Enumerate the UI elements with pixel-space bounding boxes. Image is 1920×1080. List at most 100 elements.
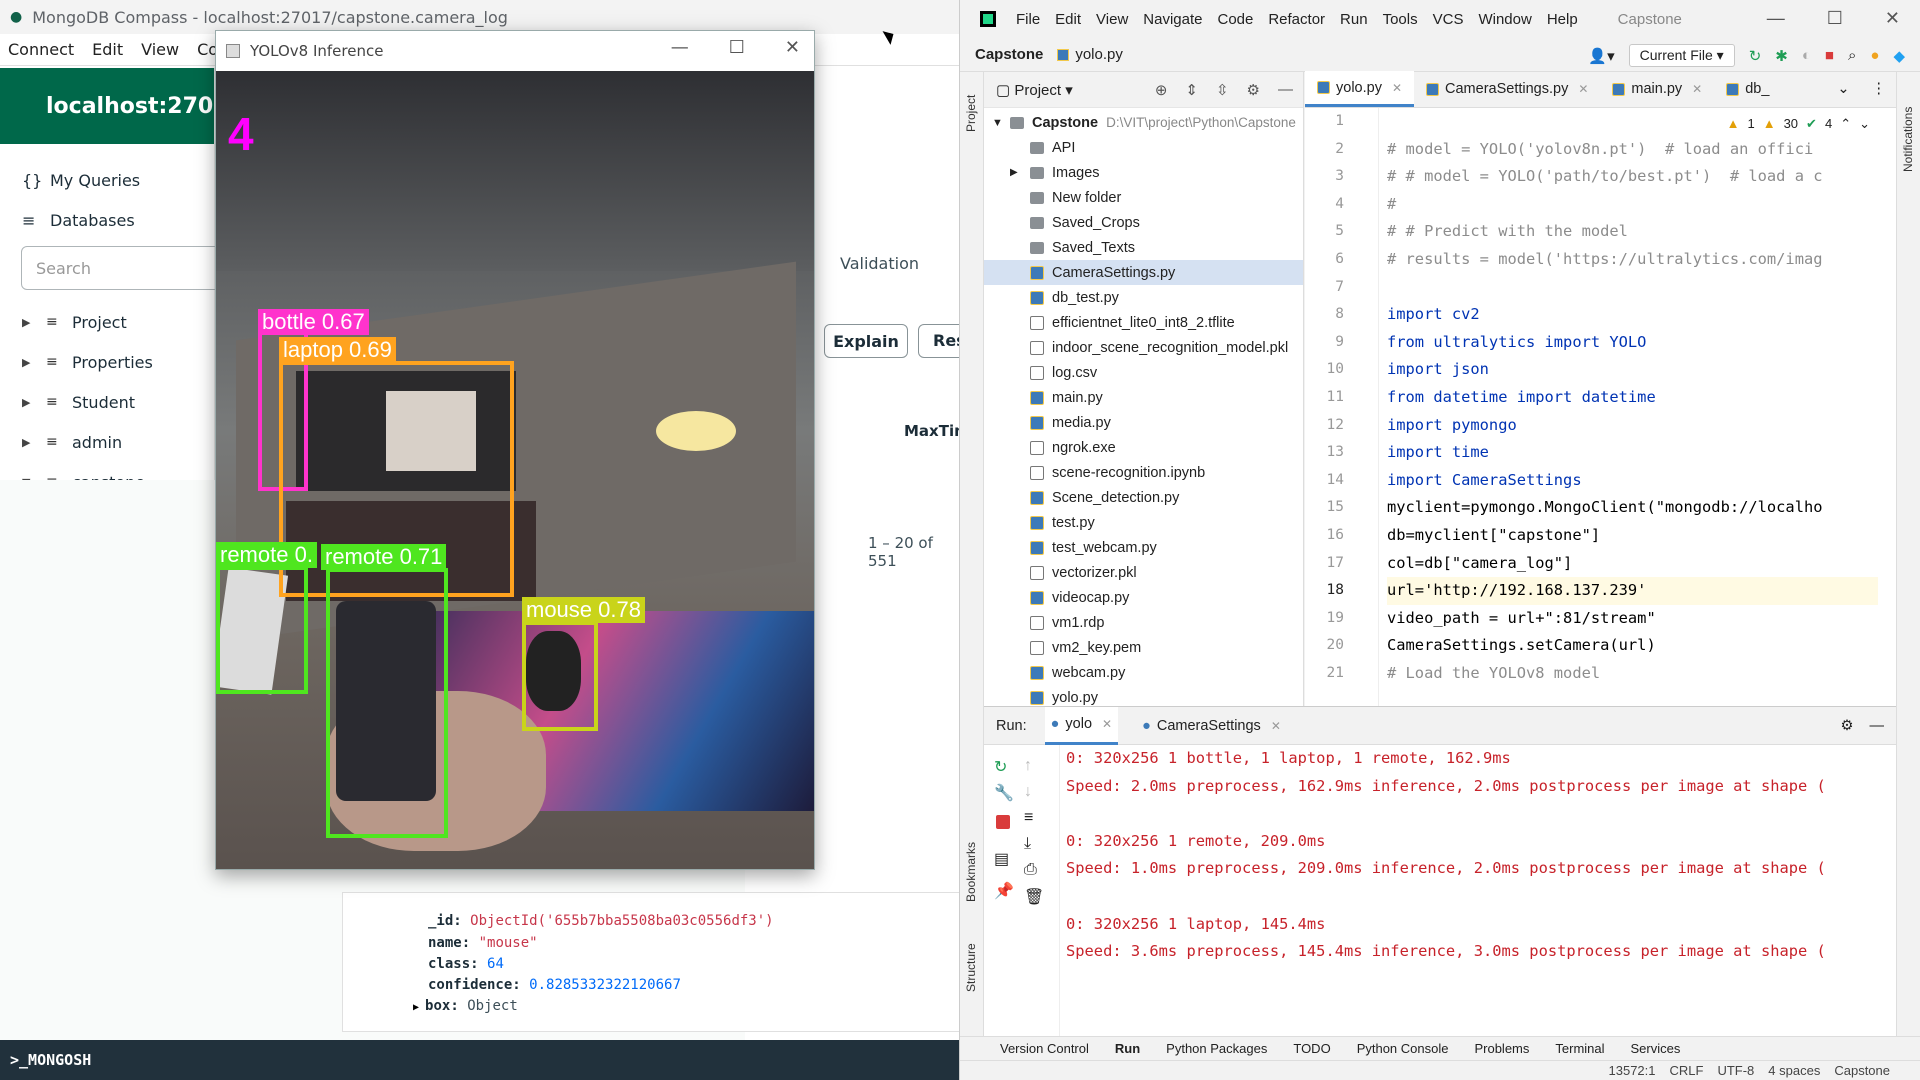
maximize-icon[interactable]: ☐	[1827, 8, 1843, 29]
close-icon[interactable]: ✕	[1578, 82, 1588, 96]
nav-databases[interactable]: ≡ Databases	[0, 200, 214, 240]
tree-item[interactable]: test_webcam.py	[984, 535, 1303, 560]
menu-code[interactable]: Code	[1217, 11, 1253, 28]
structure-tool-tab[interactable]: Structure	[964, 943, 978, 992]
gear-icon[interactable]: ⚙	[1841, 718, 1854, 734]
caret-right-icon[interactable]: ▶	[22, 396, 46, 409]
code-area[interactable]: # model = YOLO('yolov8n.pt') # load an o…	[1387, 108, 1878, 706]
tree-item[interactable]: Saved_Texts	[984, 235, 1303, 260]
gear-icon[interactable]: ⚙	[1247, 81, 1260, 99]
close-icon[interactable]: ✕	[1692, 82, 1702, 96]
user-icon[interactable]: 👤▾	[1588, 47, 1614, 65]
tree-item[interactable]: vm2_key.pem	[984, 635, 1303, 660]
tab-validation[interactable]: Validation	[840, 254, 919, 273]
tree-item[interactable]: db_test.py	[984, 285, 1303, 310]
debug-icon[interactable]: ✱	[1775, 47, 1788, 65]
tool-tab[interactable]: Version Control	[1000, 1041, 1089, 1056]
menu-edit[interactable]: Edit	[92, 40, 123, 59]
document-card[interactable]: _id: ObjectId('655b7bba5508ba03c0556df3'…	[342, 892, 959, 1032]
close-icon[interactable]: ✕	[1102, 717, 1112, 731]
menu-window[interactable]: Window	[1478, 11, 1531, 28]
plugin-icon[interactable]: ◆	[1893, 47, 1905, 65]
maximize-icon[interactable]: ☐	[729, 37, 745, 58]
minimize-icon[interactable]: —	[1767, 8, 1785, 29]
connection-header[interactable]: localhost:2701	[0, 68, 229, 144]
status-item[interactable]: CRLF	[1670, 1063, 1704, 1078]
menu-view[interactable]: View	[1096, 11, 1128, 28]
hide-icon[interactable]: —	[1278, 81, 1293, 99]
menu-refactor[interactable]: Refactor	[1268, 11, 1325, 28]
yolo-titlebar[interactable]: YOLOv8 Inference — ☐ ✕	[216, 31, 814, 71]
tree-item[interactable]: Scene_detection.py	[984, 485, 1303, 510]
menu-view[interactable]: View	[141, 40, 179, 59]
console-output[interactable]: 0: 320x256 1 bottle, 1 laptop, 1 remote,…	[1066, 745, 1882, 1022]
db-item-project[interactable]: ▶ ≡ Project	[0, 302, 214, 342]
caret-right-icon[interactable]: ▶	[22, 356, 46, 369]
breadcrumb-project[interactable]: Capstone	[975, 46, 1043, 63]
menu-navigate[interactable]: Navigate	[1143, 11, 1202, 28]
tree-item[interactable]: vm1.rdp	[984, 610, 1303, 635]
tree-item[interactable]: media.py	[984, 410, 1303, 435]
wrench-icon[interactable]: 🔧	[994, 783, 1014, 802]
stop-icon[interactable]	[996, 815, 1010, 829]
tool-tab[interactable]: Run	[1115, 1041, 1140, 1056]
close-icon[interactable]: ✕	[1392, 81, 1402, 95]
menu-vcs[interactable]: VCS	[1433, 11, 1464, 28]
expand-all-icon[interactable]: ⇕	[1185, 81, 1198, 99]
caret-right-icon[interactable]: ▶	[22, 316, 46, 329]
update-icon[interactable]: ●	[1870, 47, 1879, 64]
tab-main-py[interactable]: main.py ✕	[1600, 71, 1714, 107]
rerun-icon[interactable]: ↻	[994, 757, 1008, 776]
status-item[interactable]: Capstone	[1834, 1063, 1890, 1078]
tool-tab[interactable]: Terminal	[1555, 1041, 1604, 1056]
down-icon[interactable]: ↓	[1024, 783, 1038, 800]
scroll-end-icon[interactable]: ⤓	[1024, 835, 1038, 852]
more-icon[interactable]: ⋮	[1862, 71, 1897, 107]
chevron-down-icon[interactable]: ▼	[992, 117, 1010, 129]
menu-connect[interactable]: Connect	[8, 40, 74, 59]
tree-item[interactable]: New folder	[984, 185, 1303, 210]
menu-run[interactable]: Run	[1340, 11, 1368, 28]
coverage-icon[interactable]: ◐	[1802, 47, 1811, 64]
menu-file[interactable]: File	[1016, 11, 1040, 28]
tree-item[interactable]: test.py	[984, 510, 1303, 535]
minimize-icon[interactable]: —	[671, 37, 689, 58]
tabs-dropdown-icon[interactable]: ⌄	[1825, 71, 1861, 107]
locate-icon[interactable]: ⊕	[1155, 81, 1168, 99]
soft-wrap-icon[interactable]: ≡	[1024, 809, 1038, 826]
tree-item[interactable]: indoor_scene_recognition_model.pkl	[984, 335, 1303, 360]
chevron-right-icon[interactable]: ▶	[1010, 167, 1018, 178]
breadcrumb-file[interactable]: yolo.py	[1075, 46, 1123, 63]
tree-item[interactable]: main.py	[984, 385, 1303, 410]
tool-tab[interactable]: Python Console	[1357, 1041, 1449, 1056]
project-view-selector[interactable]: ▢ Project ▾	[996, 81, 1073, 99]
caret-right-icon[interactable]: ▶	[22, 436, 46, 449]
tree-item[interactable]: ngrok.exe	[984, 435, 1303, 460]
tree-item[interactable]: Saved_Crops	[984, 210, 1303, 235]
mongosh-toggle[interactable]: >_MONGOSH	[0, 1040, 959, 1080]
tool-tab[interactable]: Python Packages	[1166, 1041, 1267, 1056]
status-item[interactable]: UTF-8	[1717, 1063, 1754, 1078]
rerun-icon[interactable]: ↻	[1749, 47, 1762, 65]
tree-item[interactable]: efficientnet_lite0_int8_2.tflite	[984, 310, 1303, 335]
run-config-selector[interactable]: Current File ▾	[1628, 44, 1735, 67]
hide-icon[interactable]: —	[1870, 718, 1885, 734]
tree-item[interactable]: CameraSettings.py	[984, 260, 1303, 285]
sidebar-search-input[interactable]: Search	[21, 246, 231, 290]
tree-item[interactable]: log.csv	[984, 360, 1303, 385]
bookmarks-tool-tab[interactable]: Bookmarks	[964, 842, 978, 902]
tab-db[interactable]: db_	[1714, 71, 1781, 107]
close-icon[interactable]: ✕	[1271, 719, 1281, 733]
tool-tab[interactable]: Problems	[1474, 1041, 1529, 1056]
print-icon[interactable]: ⎙	[1024, 861, 1038, 878]
layout-icon[interactable]: ▤	[994, 849, 1009, 868]
tree-item[interactable]: ▶ Images	[984, 160, 1303, 185]
project-tool-tab[interactable]: Project	[964, 95, 978, 132]
tab-yolo-py[interactable]: yolo.py ✕	[1305, 71, 1415, 107]
doc-field-box[interactable]: ▶ box: Object	[413, 998, 518, 1019]
menu-edit[interactable]: Edit	[1055, 11, 1081, 28]
tool-tab[interactable]: Services	[1631, 1041, 1681, 1056]
explain-button[interactable]: Explain	[824, 324, 908, 358]
status-item[interactable]: 13572:1	[1609, 1063, 1656, 1078]
tree-item[interactable]: webcam.py	[984, 660, 1303, 685]
